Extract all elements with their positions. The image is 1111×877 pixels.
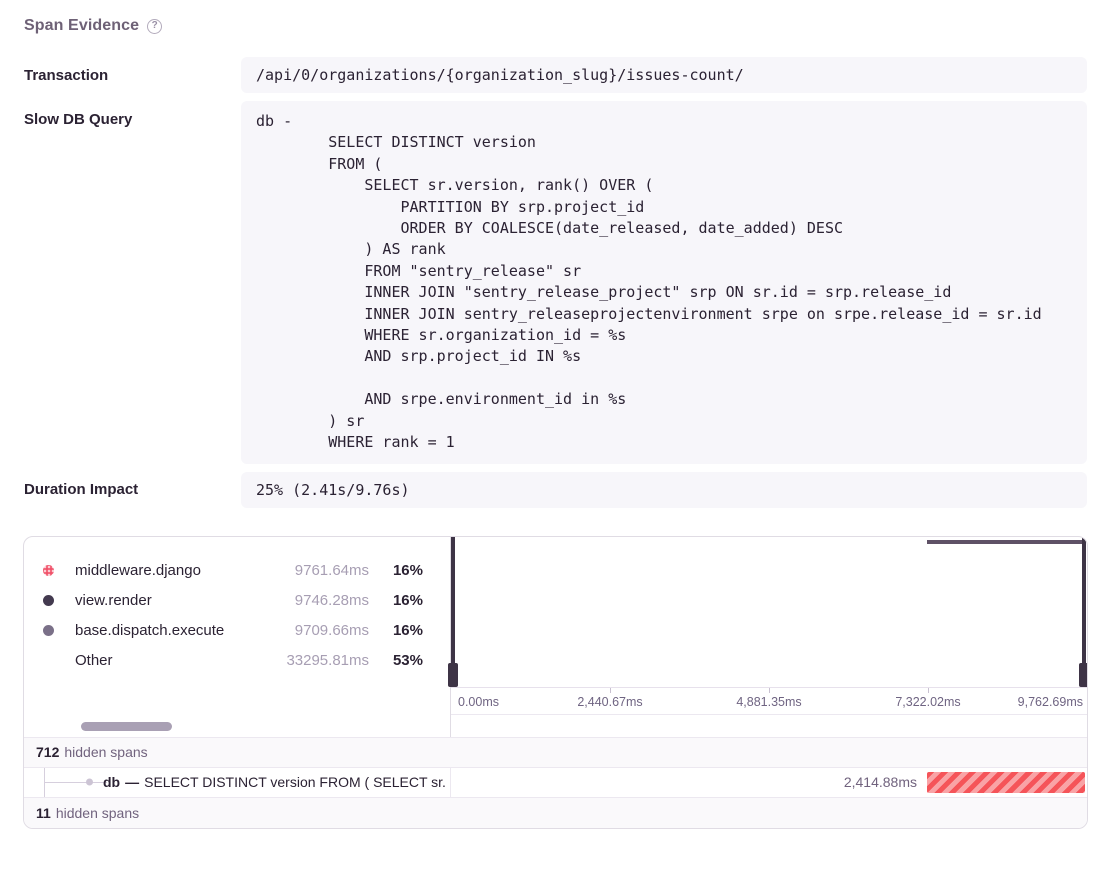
slow-db-query-label: Slow DB Query: [0, 101, 241, 128]
axis-label: 0.00ms: [458, 695, 499, 709]
legend-row-base-dispatch-execute[interactable]: base.dispatch.execute 9709.66ms 16%: [24, 616, 450, 646]
minimap-left-grip[interactable]: [448, 663, 458, 687]
legend-op-name: base.dispatch.execute: [75, 622, 265, 639]
legend-op-percent: 16%: [369, 562, 423, 579]
transaction-row: Transaction /api/0/organizations/{organi…: [0, 57, 1111, 93]
time-axis: 0.00ms 2,440.67ms 4,881.35ms 7,322.02ms …: [451, 688, 1087, 715]
axis-label: 9,762.69ms: [1018, 695, 1083, 709]
tree-connector-dot-icon: [86, 779, 93, 786]
legend-dot-icon: [43, 565, 54, 576]
span-evidence-header: Span Evidence ?: [0, 0, 1111, 38]
axis-tick: [610, 688, 611, 693]
legend-op-percent: 16%: [369, 622, 423, 639]
hidden-spans-count: 11: [36, 805, 51, 821]
legend-op-duration: 9746.28ms: [265, 592, 369, 609]
help-icon[interactable]: ?: [147, 19, 162, 34]
axis-tick: [769, 688, 770, 693]
minimap-right-grip[interactable]: [1079, 663, 1088, 687]
axis-label: 7,322.02ms: [895, 695, 960, 709]
db-span-bar-cell: 2,414.88ms: [451, 768, 1087, 797]
span-tree-minimap[interactable]: [451, 537, 1087, 688]
legend-op-name: Other: [75, 652, 265, 669]
hidden-spans-row-top[interactable]: 712 hidden spans: [24, 738, 1087, 768]
span-query-text: SELECT DISTINCT version FROM ( SELECT sr…: [144, 774, 446, 790]
tree-connector-hline: [44, 782, 107, 783]
span-op-separator: —: [125, 774, 139, 790]
legend-row-middleware-django[interactable]: middleware.django 9761.64ms 16%: [24, 556, 450, 586]
slow-db-query-value: db - SELECT DISTINCT version FROM ( SELE…: [241, 101, 1087, 464]
legend-row-view-render[interactable]: view.render 9746.28ms 16%: [24, 586, 450, 616]
span-op-legend: middleware.django 9761.64ms 16% view.ren…: [24, 537, 451, 715]
scrollbar-row-right: [451, 715, 1087, 737]
db-span-tree-cell: db — SELECT DISTINCT version FROM ( SELE…: [24, 768, 451, 797]
duration-impact-value: 25% (2.41s/9.76s): [241, 472, 1087, 508]
horizontal-scrollbar-thumb[interactable]: [81, 722, 172, 731]
transaction-value: /api/0/organizations/{organization_slug}…: [241, 57, 1087, 93]
duration-impact-label: Duration Impact: [0, 481, 241, 498]
hidden-spans-label: hidden spans: [56, 805, 139, 821]
span-duration-label: 2,414.88ms: [844, 768, 917, 797]
hidden-spans-row-bottom[interactable]: 11 hidden spans: [24, 798, 1087, 828]
axis-tick: [928, 688, 929, 693]
minimap-span-bar: [927, 540, 1085, 544]
legend-op-name: middleware.django: [75, 562, 265, 579]
axis-label: 4,881.35ms: [736, 695, 801, 709]
slow-db-query-row: Slow DB Query db - SELECT DISTINCT versi…: [0, 101, 1111, 464]
legend-op-duration: 9761.64ms: [265, 562, 369, 579]
legend-op-percent: 53%: [369, 652, 423, 669]
span-description: db — SELECT DISTINCT version FROM ( SELE…: [103, 768, 450, 797]
sql-code: db - SELECT DISTINCT version FROM ( SELE…: [256, 111, 1072, 454]
span-duration-bar: [927, 772, 1085, 793]
legend-op-duration: 9709.66ms: [265, 622, 369, 639]
hidden-spans-label: hidden spans: [64, 744, 147, 760]
transaction-label: Transaction: [0, 67, 241, 84]
legend-op-name: view.render: [75, 592, 265, 609]
span-tree-chart-top: middleware.django 9761.64ms 16% view.ren…: [24, 537, 1087, 715]
legend-dot-icon: [43, 625, 54, 636]
legend-op-duration: 33295.81ms: [265, 652, 369, 669]
span-tree-scrollbar-track[interactable]: [24, 715, 451, 737]
duration-impact-row: Duration Impact 25% (2.41s/9.76s): [0, 472, 1111, 508]
span-op: db: [103, 774, 120, 790]
legend-op-percent: 16%: [369, 592, 423, 609]
hidden-spans-count: 712: [36, 744, 59, 760]
legend-row-other[interactable]: Other 33295.81ms 53%: [24, 646, 450, 676]
axis-label: 2,440.67ms: [577, 695, 642, 709]
legend-dot-icon: [43, 595, 54, 606]
span-tree-minimap-pane: 0.00ms 2,440.67ms 4,881.35ms 7,322.02ms …: [451, 537, 1087, 715]
minimap-left-handle[interactable]: [451, 537, 455, 687]
db-span-row[interactable]: db — SELECT DISTINCT version FROM ( SELE…: [24, 768, 1087, 798]
minimap-right-handle[interactable]: [1082, 537, 1086, 687]
page-title: Span Evidence: [24, 17, 139, 35]
span-tree-scrollbar-row: [24, 715, 1087, 738]
span-tree-panel: middleware.django 9761.64ms 16% view.ren…: [23, 536, 1088, 829]
